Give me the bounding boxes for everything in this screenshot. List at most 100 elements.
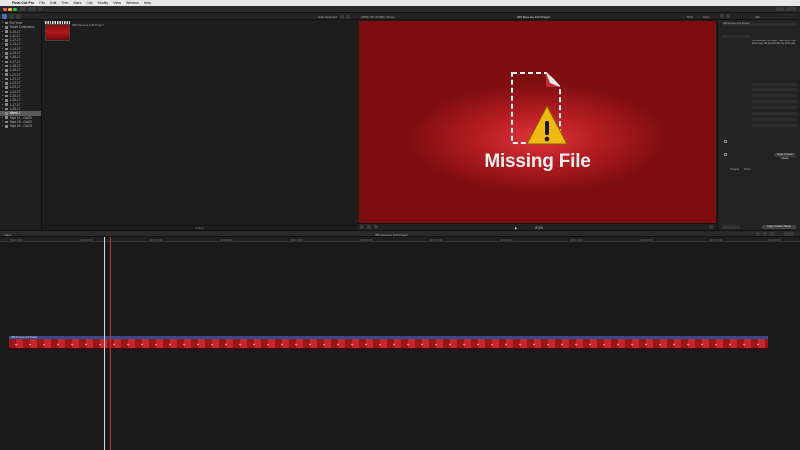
proxy-label[interactable]: Proxy [744, 168, 751, 171]
event-icon [5, 64, 8, 68]
clip-thumbnail[interactable] [45, 24, 70, 41]
share-button[interactable] [776, 7, 784, 11]
libraries-icon[interactable] [2, 14, 7, 19]
snapping-icon[interactable] [756, 232, 760, 236]
zoom-level[interactable]: 64% [687, 15, 693, 19]
workspace-button[interactable] [786, 7, 796, 11]
event-icon [5, 94, 8, 98]
import-button[interactable] [20, 7, 26, 11]
audio-icon[interactable] [726, 14, 730, 18]
browser-pane: 365 Reverse Full Project 1 item [42, 20, 357, 230]
original-label[interactable]: Original [730, 168, 739, 171]
event-icon [5, 56, 8, 59]
titles-icon[interactable] [16, 14, 21, 19]
library-sidebar: ▾ Full Year ▸ Smart Collections ▸ 1-10-17 ▸… [0, 20, 42, 230]
field-value[interactable] [752, 118, 797, 121]
timeline-index-button[interactable]: Index [4, 233, 11, 237]
inspector-name-field[interactable]: 365 Reverse Full Project [722, 23, 797, 26]
playhead[interactable] [110, 237, 111, 450]
menu-help[interactable]: Help [144, 1, 151, 5]
clip-info: 365 Reverse Full Project [72, 23, 104, 27]
field-value[interactable] [752, 124, 797, 127]
keyword-button[interactable] [28, 7, 36, 11]
menu-view[interactable]: View [113, 1, 121, 5]
search-icon[interactable] [346, 14, 350, 19]
event-icon [5, 51, 8, 55]
inspector-title: Info [755, 14, 761, 19]
background-tasks-button[interactable] [38, 7, 42, 11]
missing-file-icon [511, 72, 568, 145]
inspector: 365 Reverse Full Project 365 Reverse Ful… [717, 20, 800, 230]
filmstrip-view-icon[interactable] [340, 14, 344, 19]
view-menu[interactable]: View [703, 15, 709, 19]
notes-text[interactable]: 365 Reverse Full Project - click here to… [752, 40, 796, 80]
crop-icon[interactable] [367, 225, 371, 229]
menu-mark[interactable]: Mark [73, 1, 81, 5]
viewer-controls: ▶ 2:24 [357, 223, 717, 230]
photos-icon[interactable] [9, 14, 14, 19]
viewer-title: 365 Reverse Full Project [517, 14, 550, 19]
viewer-header: 1080p HD 23.98p, Stereo 365 Reverse Full… [357, 13, 717, 20]
event-icon [5, 90, 8, 94]
event-icon [5, 112, 8, 115]
field-value[interactable] [752, 112, 797, 115]
event-icon [5, 73, 8, 76]
event-icon [5, 99, 8, 102]
browser-header: Hide Rejected [0, 13, 357, 20]
sidebar-item[interactable]: ▸ Sept 25 - Oct25 [0, 124, 41, 128]
minimize-window-button[interactable] [8, 7, 12, 11]
field-value[interactable] [752, 88, 797, 91]
library-icon [5, 21, 8, 25]
event-icon [5, 60, 8, 64]
folder-icon [5, 26, 8, 29]
event-icon [5, 43, 8, 46]
event-icon [5, 124, 8, 128]
hide-rejected-filter[interactable]: Hide Rejected [318, 15, 337, 19]
menu-window[interactable]: Window [126, 1, 139, 5]
clip-appearance-icon[interactable] [784, 232, 794, 236]
zoom-window-button[interactable] [13, 7, 17, 11]
checkbox[interactable] [724, 153, 727, 156]
event-icon [5, 103, 8, 107]
event-icon [5, 120, 8, 124]
menu-edit[interactable]: Edit [50, 1, 56, 5]
modify-button[interactable] [722, 225, 740, 229]
menu-trim[interactable]: Trim [61, 1, 68, 5]
event-icon [5, 82, 8, 85]
timeline-project-name: 365 Reverse Full Project [375, 232, 408, 237]
transform-icon[interactable] [360, 225, 364, 229]
field-value[interactable] [752, 83, 797, 86]
app-toolbar [0, 6, 800, 13]
event-icon [5, 34, 8, 38]
missing-file-text: Missing File [484, 151, 591, 172]
fullscreen-icon[interactable] [709, 225, 713, 229]
timeline[interactable]: 365 Reverse Full Project [0, 242, 800, 450]
menu-app-name[interactable]: Final Cut Pro [12, 1, 34, 5]
timeline-header: Index 365 Reverse Full Project [0, 230, 800, 237]
enhance-icon[interactable] [374, 225, 378, 229]
viewer-format: 1080p HD 23.98p, Stereo [361, 14, 396, 19]
viewer: Missing File [359, 21, 716, 223]
field-value[interactable] [752, 106, 797, 109]
timeline-clip-thumbnails [9, 342, 768, 346]
event-icon [5, 107, 8, 111]
event-icon [5, 39, 8, 42]
event-icon [5, 116, 8, 119]
solo-icon[interactable] [770, 232, 774, 236]
menu-clip[interactable]: Clip [86, 1, 92, 5]
field-value[interactable] [752, 100, 797, 103]
close-window-button[interactable] [3, 7, 7, 11]
apply-custom-name-button-bottom[interactable]: Apply Custom Name [762, 225, 796, 229]
inspector-header: Info [717, 13, 800, 20]
apply-custom-name-button[interactable]: Apply Custom Name [774, 153, 796, 160]
checkbox[interactable] [724, 140, 727, 143]
play-icon[interactable]: ▶ [515, 226, 517, 230]
menu-file[interactable]: File [39, 1, 45, 5]
notes-label-field [722, 35, 750, 38]
field-value[interactable] [752, 94, 797, 97]
skimmer-line[interactable] [104, 237, 105, 450]
audio-skimming-icon[interactable] [763, 232, 767, 236]
menu-modify[interactable]: Modify [98, 1, 109, 5]
event-icon [5, 69, 8, 72]
info-icon[interactable] [720, 14, 724, 18]
